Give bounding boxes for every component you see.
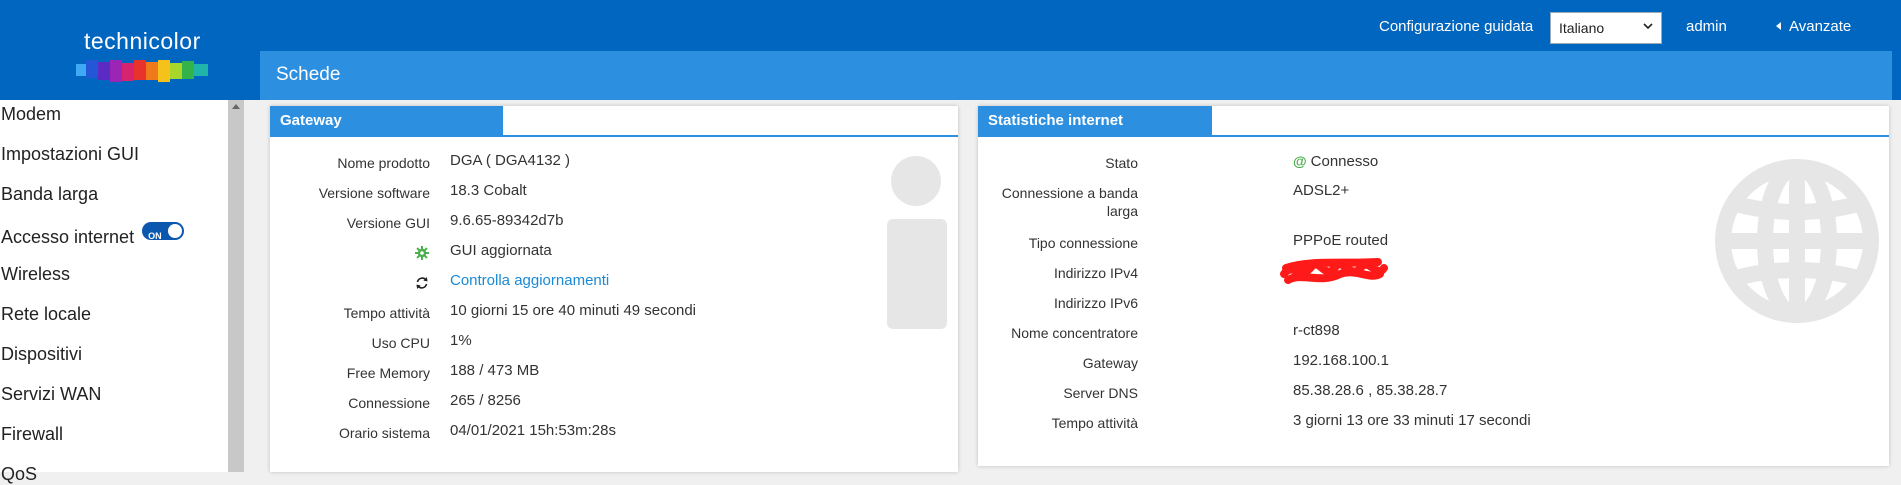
card-divider — [978, 135, 1889, 137]
gateway-ip-value: 192.168.100.1 — [1293, 352, 1389, 369]
chevron-down-icon — [1643, 23, 1653, 30]
connection-type-value: PPPoE routed — [1293, 232, 1389, 249]
internet-uptime-label: Tempo attività — [1051, 415, 1138, 431]
gui-updated-status: GUI aggiornata — [450, 242, 552, 259]
connections-value: 265 / 8256 — [450, 392, 521, 409]
sidebar-item-wan-services[interactable]: Servizi WAN — [1, 383, 101, 405]
dns-server-value: 85.38.28.6 , 85.38.28.7 — [1293, 382, 1448, 399]
sidebar-item-gui-settings[interactable]: Impostazioni GUI — [1, 143, 139, 165]
sidebar-item-qos[interactable]: QoS — [1, 463, 37, 485]
brand-color-bar-icon — [76, 60, 208, 82]
sidebar-item-broadband[interactable]: Banda larga — [1, 183, 98, 205]
sidebar-item-internet-access[interactable]: Accesso internet ON — [1, 222, 185, 248]
sidebar-menu: Modem Impostazioni GUI Banda larga Acces… — [0, 100, 228, 484]
software-version-value: 18.3 Cobalt — [450, 182, 527, 199]
gateway-card[interactable]: Gateway Nome prodotto DGA ( DGA4132 ) Ve… — [270, 106, 958, 472]
concentrator-name-value: r-ct898 — [1293, 322, 1340, 339]
wizard-link[interactable]: Configurazione guidata — [1379, 17, 1533, 37]
uptime-label: Tempo attività — [343, 305, 430, 321]
sidebar-item-modem[interactable]: Modem — [1, 103, 61, 125]
connection-status: Connesso — [1310, 153, 1379, 170]
free-memory-value: 188 / 473 MB — [450, 362, 540, 379]
info-icon — [887, 156, 947, 329]
internet-stats-card-title: Statistiche internet — [978, 106, 1212, 135]
uptime-value: 10 giorni 15 ore 40 minuti 49 secondi — [450, 302, 696, 319]
page-title: Schede — [276, 64, 341, 85]
advanced-label: Avanzate — [1789, 18, 1852, 35]
internet-access-toggle[interactable]: ON — [142, 222, 185, 241]
ipv4-address-label: Indirizzo IPv4 — [1053, 265, 1138, 281]
product-name-label: Nome prodotto — [337, 155, 430, 171]
broadband-connection-value: ADSL2+ — [1293, 182, 1350, 199]
ipv6-address-label: Indirizzo IPv6 — [1053, 295, 1138, 311]
system-time-label: Orario sistema — [338, 425, 430, 441]
refresh-icon[interactable] — [415, 276, 429, 290]
status-value: @ Connesso — [1293, 152, 1378, 171]
language-select[interactable]: Italiano — [1550, 12, 1662, 44]
sidebar-scrollbar[interactable] — [228, 100, 244, 472]
user-menu[interactable]: admin — [1686, 17, 1727, 37]
gear-icon — [415, 246, 429, 260]
free-memory-label: Free Memory — [346, 365, 430, 381]
concentrator-name-label: Nome concentratore — [1011, 325, 1138, 341]
redaction-scribble — [1280, 258, 1388, 284]
internet-uptime-value: 3 giorni 13 ore 33 minuti 17 secondi — [1293, 412, 1531, 429]
technicolor-logo[interactable]: technicolor — [70, 28, 220, 88]
sidebar-item-label: Accesso internet — [1, 227, 135, 247]
scroll-up-arrow-icon[interactable] — [232, 104, 240, 109]
advanced-button[interactable]: Avanzate — [1776, 17, 1851, 37]
software-version-label: Versione software — [318, 185, 430, 201]
cpu-usage-value: 1% — [450, 332, 472, 349]
language-selected: Italiano — [1559, 20, 1605, 36]
gateway-card-title: Gateway — [270, 106, 503, 135]
sidebar-item-devices[interactable]: Dispositivi — [1, 343, 82, 365]
check-updates-link[interactable]: Controlla aggiornamenti — [450, 272, 609, 290]
gateway-ip-label: Gateway — [1082, 355, 1138, 371]
gui-version-label: Versione GUI — [346, 215, 430, 231]
globe-icon — [1715, 159, 1879, 323]
internet-stats-card[interactable]: Statistiche internet Stato @ Connesso Con… — [978, 106, 1889, 466]
system-time-value: 04/01/2021 15h:53m:28s — [450, 422, 616, 439]
product-name-value: DGA ( DGA4132 ) — [450, 152, 571, 169]
broadband-connection-label: Connessione a banda larga — [1001, 185, 1138, 219]
sidebar-item-wireless[interactable]: Wireless — [1, 263, 70, 285]
toggle-state: ON — [148, 231, 162, 241]
gui-version-value: 9.6.65-89342d7b — [450, 212, 564, 229]
dns-server-label: Server DNS — [1063, 385, 1138, 401]
caret-left-icon — [1776, 22, 1781, 30]
connection-type-label: Tipo connessione — [1028, 235, 1138, 251]
toggle-knob — [168, 224, 183, 238]
card-divider — [270, 135, 958, 137]
sidebar-item-local-network[interactable]: Rete locale — [1, 303, 91, 325]
connections-label: Connessione — [348, 395, 430, 411]
brand-name: technicolor — [84, 28, 201, 54]
status-label: Stato — [1105, 155, 1138, 171]
sidebar-item-firewall[interactable]: Firewall — [1, 423, 63, 445]
cpu-usage-label: Uso CPU — [371, 335, 430, 351]
page-title-bar: Schede — [260, 51, 1892, 100]
at-icon: @ — [1293, 153, 1307, 169]
